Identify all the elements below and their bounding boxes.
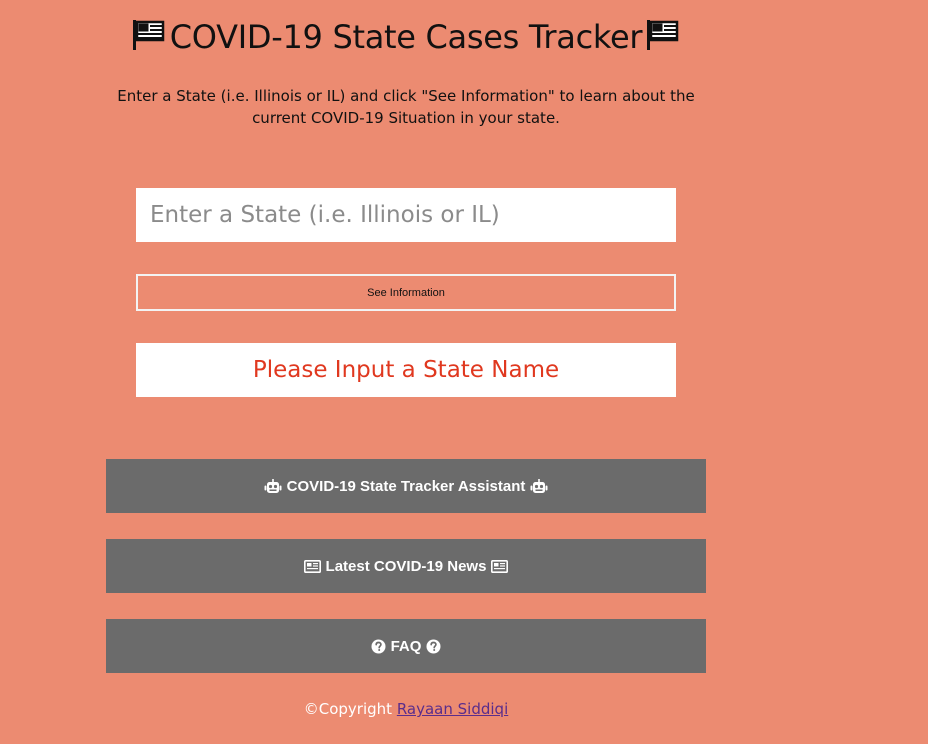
see-information-label: See Information bbox=[367, 286, 445, 299]
newspaper-icon bbox=[491, 559, 509, 573]
question-circle-icon bbox=[371, 639, 386, 654]
newspaper-icon bbox=[303, 559, 321, 573]
robot-icon bbox=[264, 478, 282, 494]
page-subtitle: Enter a State (i.e. Illinois or IL) and … bbox=[117, 87, 695, 127]
footer: ©Copyright Rayaan Siddiqi bbox=[106, 700, 706, 718]
latest-news-button-label: Latest COVID-19 News bbox=[325, 557, 487, 575]
robot-icon bbox=[530, 478, 548, 494]
us-flag-icon bbox=[132, 20, 166, 58]
assistant-button-label: COVID-19 State Tracker Assistant bbox=[286, 477, 526, 495]
assistant-button[interactable]: COVID-19 State Tracker Assistant bbox=[106, 459, 706, 513]
faq-button[interactable]: FAQ bbox=[106, 619, 706, 673]
us-flag-icon bbox=[646, 20, 680, 58]
page-title: COVID-19 State Cases Tracker bbox=[106, 18, 706, 58]
question-circle-icon bbox=[426, 639, 441, 654]
copyright-text: ©Copyright bbox=[303, 700, 393, 718]
latest-news-button[interactable]: Latest COVID-19 News bbox=[106, 539, 706, 593]
state-search-input[interactable] bbox=[136, 188, 676, 242]
result-message-box: Please Input a State Name bbox=[136, 343, 676, 397]
faq-button-label: FAQ bbox=[390, 637, 422, 655]
result-message: Please Input a State Name bbox=[252, 357, 560, 383]
page-title-text: COVID-19 State Cases Tracker bbox=[169, 18, 643, 56]
author-link[interactable]: Rayaan Siddiqi bbox=[397, 700, 508, 718]
see-information-button[interactable]: See Information bbox=[136, 274, 676, 311]
